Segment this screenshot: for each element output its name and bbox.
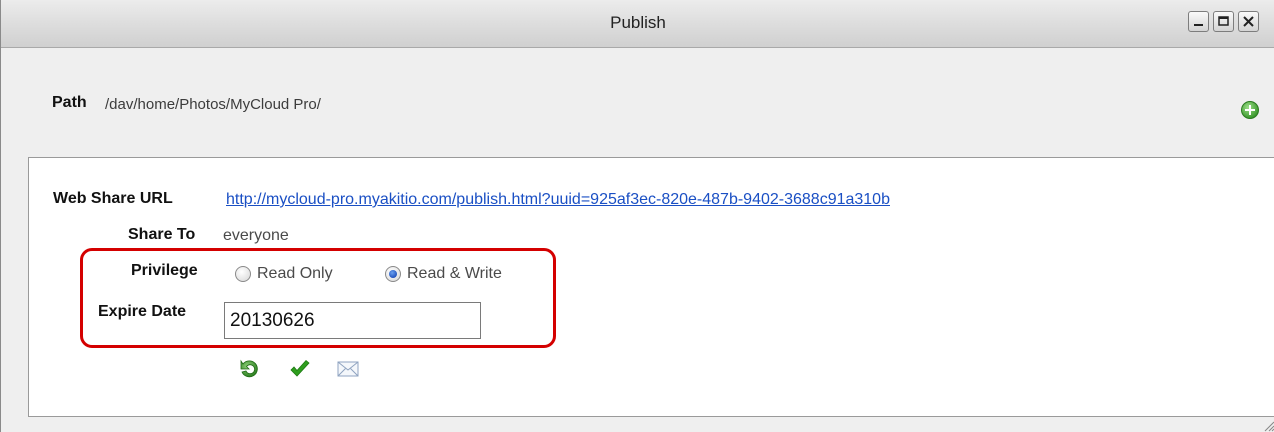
web-share-url-label: Web Share URL [53,190,173,207]
close-icon [1243,16,1254,27]
share-to-value: everyone [223,227,289,244]
minimize-icon [1194,24,1203,26]
expire-date-label: Expire Date [98,303,187,320]
refresh-icon[interactable] [237,357,261,381]
minimize-button[interactable] [1188,11,1209,32]
close-button[interactable] [1238,11,1259,32]
confirm-check-icon[interactable] [288,357,312,381]
web-share-url-link[interactable]: http://mycloud-pro.myakitio.com/publish.… [226,191,890,209]
add-circle-icon[interactable] [1240,100,1260,120]
maximize-button[interactable] [1213,11,1234,32]
read-only-radio[interactable] [235,266,251,282]
privilege-label: Privilege [131,262,198,279]
read-write-option-label[interactable]: Read & Write [407,265,502,283]
read-write-radio[interactable] [385,266,401,282]
share-to-label: Share To [128,226,196,243]
expire-date-input[interactable] [224,302,481,339]
email-icon[interactable] [336,357,360,381]
path-label: Path [52,94,87,111]
window-title: Publish [610,13,666,32]
publish-dialog: Publish Path /dav/home/Photos/MyCloud Pr… [0,0,1274,432]
read-only-option-label[interactable]: Read Only [257,265,333,283]
maximize-icon [1218,16,1229,26]
path-value: /dav/home/Photos/MyCloud Pro/ [105,96,321,113]
resize-grip-icon[interactable] [1261,418,1274,432]
title-bar[interactable]: Publish [1,0,1274,48]
